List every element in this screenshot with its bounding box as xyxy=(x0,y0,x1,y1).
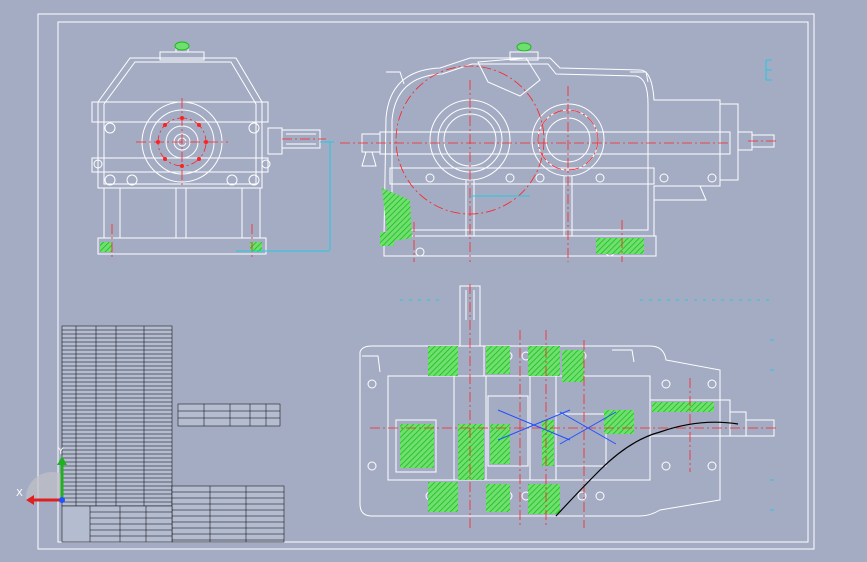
front-view-hatching xyxy=(380,188,644,254)
y-axis-label: Y xyxy=(57,447,64,457)
plan-view-dimensions xyxy=(400,299,774,511)
side-elevation-view[interactable] xyxy=(91,41,321,255)
z-axis-icon xyxy=(59,497,65,503)
axis-triad: X Y xyxy=(16,447,67,505)
plan-section-view[interactable] xyxy=(359,285,775,517)
parts-list-table[interactable] xyxy=(61,325,173,507)
technical-spec-table[interactable] xyxy=(177,403,281,427)
plan-view-gear-mesh-lines xyxy=(497,409,617,445)
cad-viewport[interactable]: X Y xyxy=(0,0,867,562)
x-axis-label: X xyxy=(16,488,23,499)
front-view-dimensions xyxy=(470,59,772,197)
